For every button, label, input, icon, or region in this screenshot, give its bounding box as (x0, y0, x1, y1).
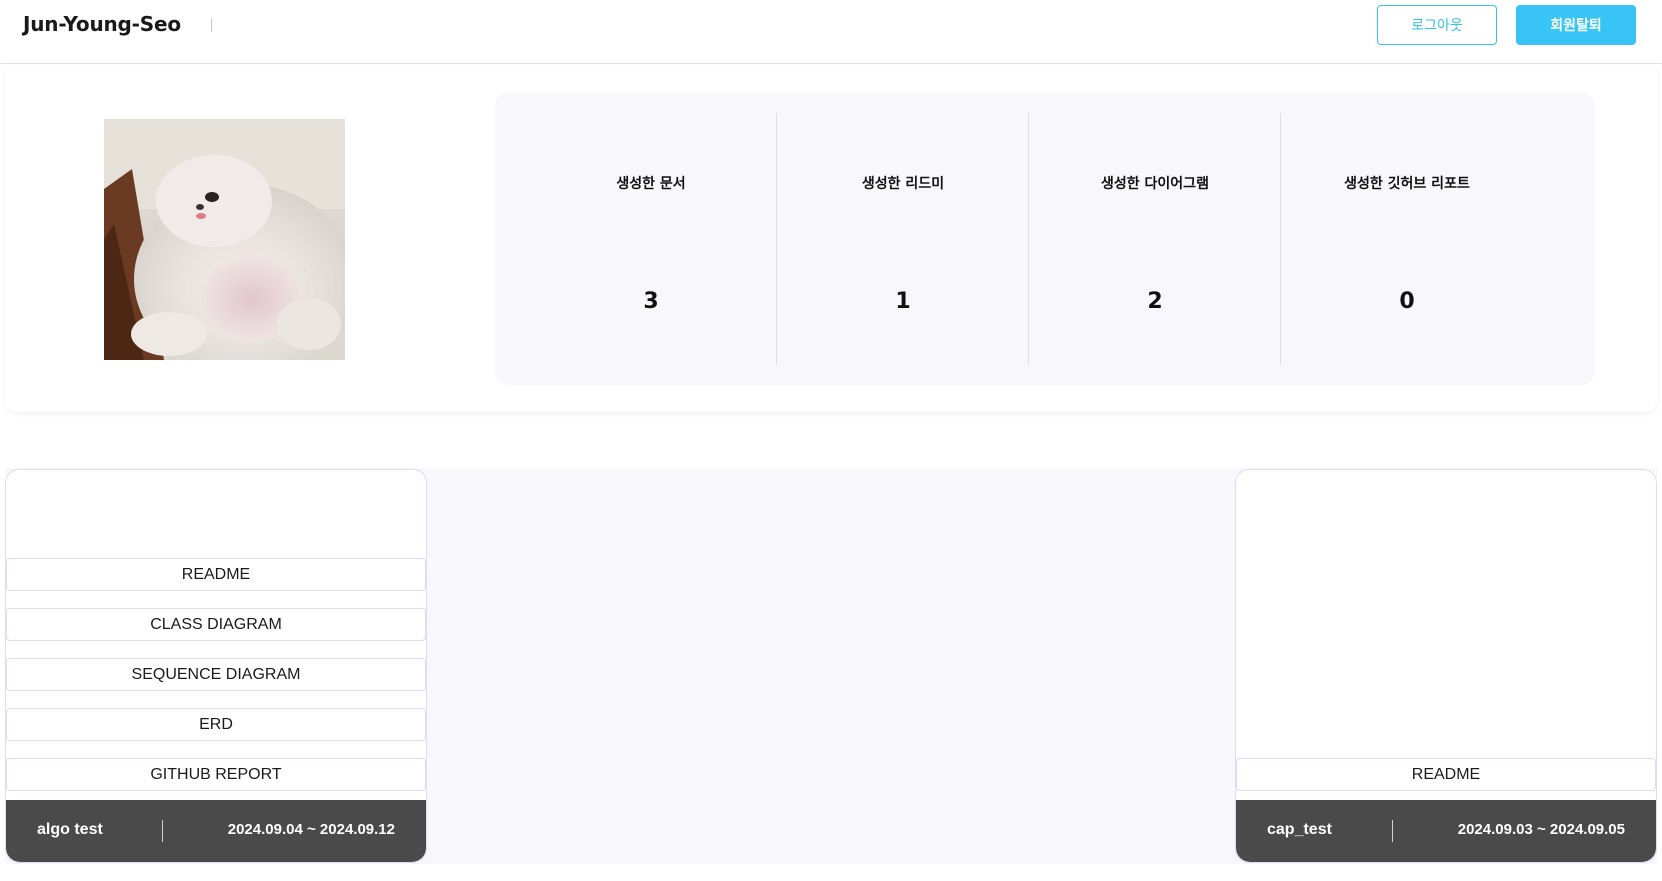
stat-label: 생성한 깃허브 리포트 (1344, 176, 1470, 192)
project-card-cap-test[interactable]: README cap_test 2024.09.03 ~ 2024.09.05 (1235, 469, 1657, 863)
withdraw-button[interactable]: 회원탈퇴 (1516, 5, 1636, 45)
avatar-photo (104, 119, 345, 360)
avatar (104, 119, 345, 360)
stat-value: 0 (1399, 289, 1415, 314)
project-dates: 2024.09.03 ~ 2024.09.05 (1457, 821, 1625, 838)
stat-value: 2 (1147, 289, 1163, 314)
footer-divider (162, 820, 163, 842)
stat-readmes: 생성한 리드미 1 (777, 113, 1029, 365)
class-diagram-button[interactable]: CLASS DIAGRAM (6, 608, 426, 641)
stat-github-reports: 생성한 깃허브 리포트 0 (1281, 113, 1533, 365)
username-title: Jun-Young-Seo (23, 12, 181, 36)
stats-panel: 생성한 문서 3 생성한 리드미 1 생성한 다이어그램 2 생성한 깃허브 리… (495, 92, 1595, 385)
project-card-algo-test[interactable]: README CLASS DIAGRAM SEQUENCE DIAGRAM ER… (5, 469, 427, 863)
project-name: algo test (37, 821, 103, 838)
header-divider (211, 18, 212, 32)
logout-button[interactable]: 로그아웃 (1377, 5, 1497, 45)
sequence-diagram-button[interactable]: SEQUENCE DIAGRAM (6, 658, 426, 691)
erd-button[interactable]: ERD (6, 708, 426, 741)
profile-card: 생성한 문서 3 생성한 리드미 1 생성한 다이어그램 2 생성한 깃허브 리… (5, 65, 1657, 412)
project-footer: algo test 2024.09.04 ~ 2024.09.12 (6, 800, 426, 862)
footer-divider (1392, 820, 1393, 842)
readme-button[interactable]: README (6, 558, 426, 591)
stat-label: 생성한 다이어그램 (1101, 176, 1209, 192)
stat-label: 생성한 리드미 (861, 176, 945, 192)
stat-value: 3 (643, 289, 659, 314)
readme-button[interactable]: README (1236, 758, 1656, 791)
stat-label: 생성한 문서 (616, 176, 686, 192)
stat-diagrams: 생성한 다이어그램 2 (1029, 113, 1281, 365)
stat-documents: 생성한 문서 3 (525, 113, 777, 365)
project-dates: 2024.09.04 ~ 2024.09.12 (227, 821, 395, 838)
top-header: Jun-Young-Seo 로그아웃 회원탈퇴 (0, 0, 1662, 64)
project-footer: cap_test 2024.09.03 ~ 2024.09.05 (1236, 800, 1656, 862)
stat-value: 1 (895, 289, 911, 314)
github-report-button[interactable]: GITHUB REPORT (6, 758, 426, 791)
project-name: cap_test (1267, 821, 1332, 838)
